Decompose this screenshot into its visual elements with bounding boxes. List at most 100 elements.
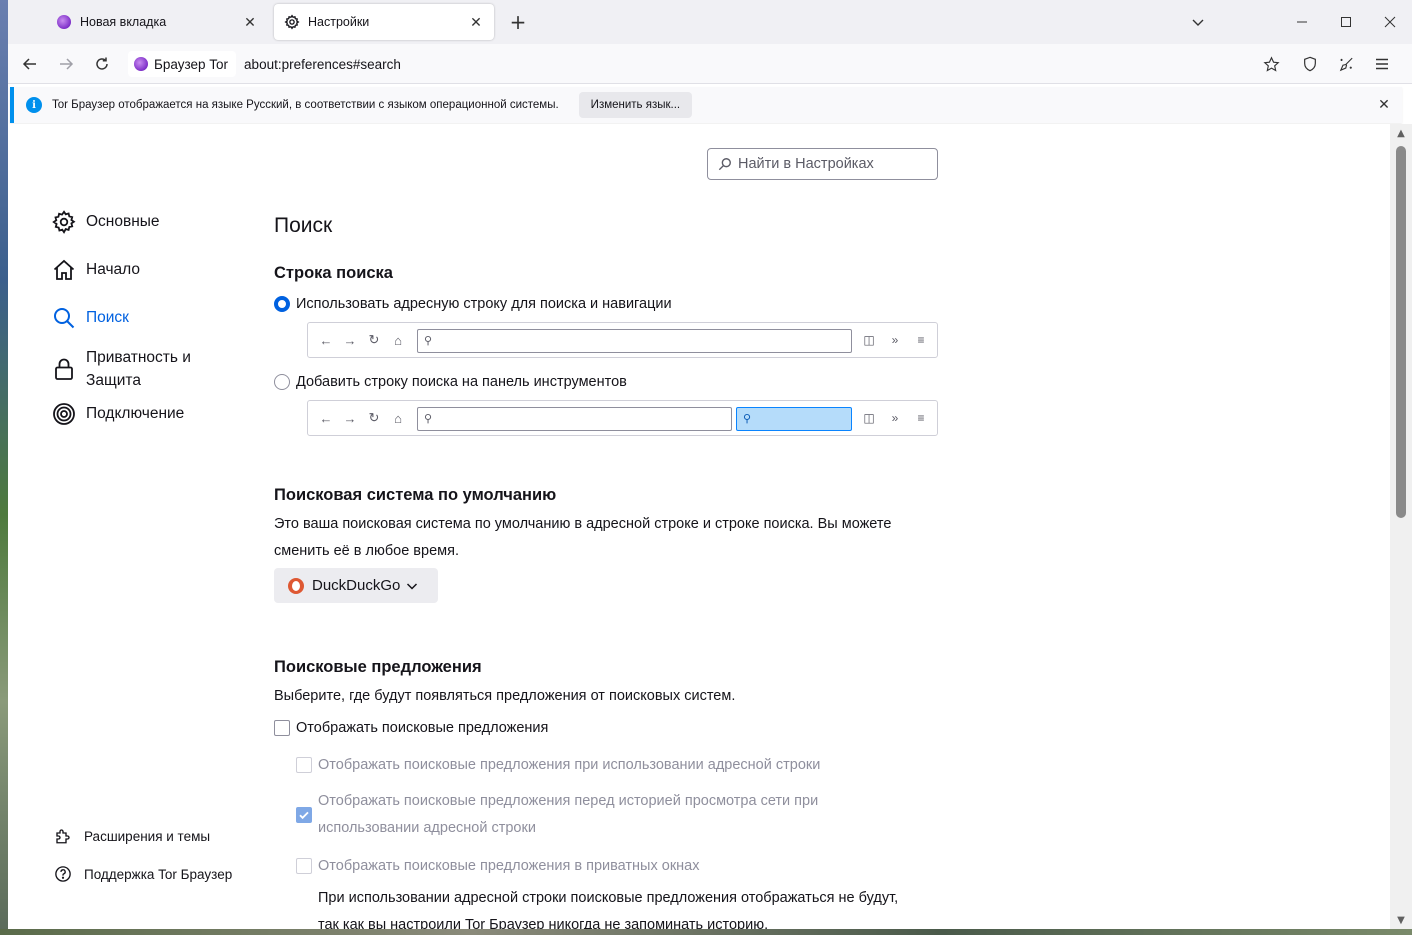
reload-icon[interactable] (88, 50, 116, 78)
checkbox[interactable] (274, 720, 290, 736)
sidebar-item-privacy[interactable]: Приватность и Защита (52, 346, 216, 392)
checkbox-checked[interactable] (296, 807, 312, 823)
checkbox-label: Отображать поисковые предложения при исп… (318, 757, 821, 773)
url-bar[interactable]: Браузер Tor about:preferences#search (126, 49, 1286, 79)
home-icon: ⌂ (394, 410, 402, 426)
checkbox-label: Отображать поисковые предложения в прива… (318, 858, 700, 874)
tab-strip: Новая вкладка ✕ Настройки ✕ + (8, 0, 1412, 44)
sidebar-item-label: Подключение (86, 405, 185, 422)
onion-connection-icon (52, 402, 76, 426)
maximize-icon[interactable] (1324, 0, 1368, 44)
default-engine-dropdown[interactable]: DuckDuckGo (274, 568, 438, 603)
url-text[interactable]: about:preferences#search (244, 57, 401, 72)
minimize-icon[interactable] (1280, 0, 1324, 44)
browser-window: Новая вкладка ✕ Настройки ✕ + Браузер To… (8, 0, 1412, 929)
overflow-chevron-icon: » (891, 411, 899, 425)
checkbox[interactable] (296, 757, 312, 773)
sidebar-item-connection[interactable]: Подключение (52, 402, 184, 426)
default-engine-heading: Поисковая система по умолчанию (274, 486, 557, 504)
page-title: Поиск (274, 214, 333, 237)
checkbox-suggestions-private[interactable]: Отображать поисковые предложения в прива… (296, 858, 700, 874)
radio-button-unchecked[interactable] (274, 374, 290, 390)
footer-link-label: Поддержка Tor Браузер (84, 866, 233, 882)
checkbox-label-line1: Отображать поисковые предложения перед и… (318, 793, 819, 809)
overflow-chevron-icon: » (891, 333, 899, 347)
sidebar-icon: ◫ (863, 333, 875, 347)
checkbox[interactable] (296, 858, 312, 874)
preview-urlbar: ⚲ (417, 329, 852, 353)
preview-urlbar: ⚲ (417, 407, 732, 431)
list-all-tabs-icon[interactable] (1176, 0, 1220, 44)
sidebar-item-label: Начало (86, 261, 141, 278)
language-notification-bar: i Tor Браузер отображается на языке Русс… (10, 87, 1402, 123)
tab-label: Настройки (308, 15, 370, 29)
support-link[interactable]: Поддержка Tor Браузер (54, 865, 232, 883)
engine-name: DuckDuckGo (312, 577, 401, 594)
forward-arrow-icon[interactable] (52, 50, 80, 78)
radio-use-urlbar[interactable]: Использовать адресную строку для поиска … (274, 296, 672, 312)
search-icon: ⚲ (424, 413, 433, 425)
tab-label: Новая вкладка (80, 15, 167, 29)
radio-label: Добавить строку поиска на панель инструм… (296, 374, 627, 390)
scroll-down-arrow-icon[interactable]: ▼ (1390, 911, 1412, 929)
tab-settings[interactable]: Настройки ✕ (274, 4, 494, 40)
close-window-icon[interactable] (1368, 0, 1412, 44)
scrollbar-thumb[interactable] (1396, 146, 1406, 518)
home-icon (52, 258, 76, 282)
change-language-button[interactable]: Изменить язык... (578, 92, 693, 118)
tab-close-icon[interactable]: ✕ (464, 10, 488, 34)
new-tab-button[interactable]: + (504, 8, 532, 36)
forward-arrow-icon: → (343, 410, 357, 426)
desktop-background-bottom (0, 929, 1412, 935)
scroll-up-arrow-icon[interactable]: ▲ (1390, 124, 1412, 142)
radio-add-searchbar[interactable]: Добавить строку поиска на панель инструм… (274, 374, 627, 390)
checkbox-label: Отображать поисковые предложения перед и… (318, 788, 818, 842)
radio-label: Использовать адресную строку для поиска … (296, 296, 672, 312)
searchbar-toolbar-preview: ← → ↻ ⌂ ⚲ ⚲ ◫ » ≡ (307, 400, 938, 436)
suggestions-note-line2: так как вы настроили Tor Браузер никогда… (318, 917, 769, 929)
search-preferences-input[interactable]: Найти в Настройках (707, 148, 938, 180)
preview-right-icons: ◫ » ≡ (861, 410, 929, 426)
hamburger-menu-icon[interactable] (1368, 50, 1396, 78)
help-question-icon (54, 865, 72, 883)
vertical-scrollbar[interactable]: ▲ ▼ (1390, 124, 1412, 929)
close-notification-icon[interactable]: ✕ (1374, 95, 1394, 115)
extensions-themes-link[interactable]: Расширения и темы (54, 827, 210, 845)
back-arrow-icon: ← (319, 410, 333, 426)
sidebar-item-label: Приватность и Защита (86, 349, 191, 389)
checkbox-show-suggestions[interactable]: Отображать поисковые предложения (274, 720, 548, 736)
window-controls (1176, 0, 1412, 44)
desktop-background-strip (0, 0, 8, 935)
reload-icon: ↻ (368, 332, 380, 347)
search-icon (718, 157, 732, 171)
shield-icon[interactable] (1296, 50, 1324, 78)
home-icon: ⌂ (394, 332, 402, 348)
tab-close-icon[interactable]: ✕ (238, 10, 262, 34)
new-identity-broom-icon[interactable] (1332, 50, 1360, 78)
sidebar-item-general[interactable]: Основные (52, 210, 160, 234)
sidebar-item-label: Основные (86, 213, 160, 230)
back-arrow-icon[interactable] (16, 50, 44, 78)
notification-text: Tor Браузер отображается на языке Русски… (52, 99, 559, 111)
tab-new-tab[interactable]: Новая вкладка ✕ (46, 4, 268, 40)
radio-button-checked[interactable] (274, 296, 290, 312)
chevron-down-icon (406, 580, 418, 592)
bookmark-star-icon[interactable] (1257, 50, 1285, 78)
preferences-page: Найти в Настройках Основные Начало Поиск… (8, 124, 1390, 929)
info-icon: i (26, 97, 42, 113)
gear-icon (284, 14, 300, 30)
identity-label: Браузер Tor (154, 56, 229, 72)
sidebar-icon: ◫ (863, 411, 875, 425)
checkbox-suggestions-before-history[interactable]: Отображать поисковые предложения перед и… (296, 788, 818, 842)
sidebar-item-search[interactable]: Поиск (52, 306, 129, 330)
preview-right-icons: ◫ » ≡ (861, 332, 929, 348)
duckduckgo-icon (288, 577, 304, 594)
search-placeholder: Найти в Настройках (738, 156, 874, 172)
identity-box[interactable]: Браузер Tor (128, 51, 237, 77)
checkbox-suggestions-in-urlbar[interactable]: Отображать поисковые предложения при исп… (296, 757, 820, 773)
sidebar-item-home[interactable]: Начало (52, 258, 140, 282)
footer-link-label: Расширения и темы (84, 828, 211, 844)
gear-icon (52, 210, 76, 234)
checkbox-label: Отображать поисковые предложения (296, 720, 549, 736)
puzzle-piece-icon (54, 827, 72, 845)
